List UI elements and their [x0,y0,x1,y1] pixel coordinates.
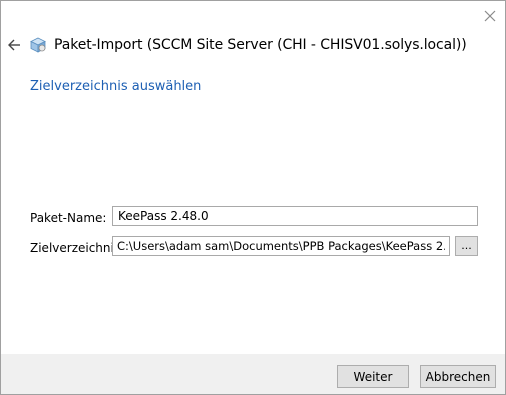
back-arrow-icon[interactable] [7,38,21,52]
dialog-window: Paket-Import (SCCM Site Server (CHI - CH… [0,0,506,395]
target-directory-input[interactable] [112,236,450,256]
step-heading: Zielverzeichnis auswählen [30,79,202,94]
close-icon[interactable] [483,9,497,23]
package-name-input[interactable] [112,206,478,226]
browse-button[interactable]: ... [455,236,478,256]
cancel-button[interactable]: Abbrechen [420,365,496,388]
target-directory-label: Zielverzeichnis: [30,241,125,255]
package-name-label: Paket-Name: [30,211,107,225]
package-icon [30,37,46,53]
next-button[interactable]: Weiter [337,365,409,388]
dialog-title: Paket-Import (SCCM Site Server (CHI - CH… [54,37,467,53]
